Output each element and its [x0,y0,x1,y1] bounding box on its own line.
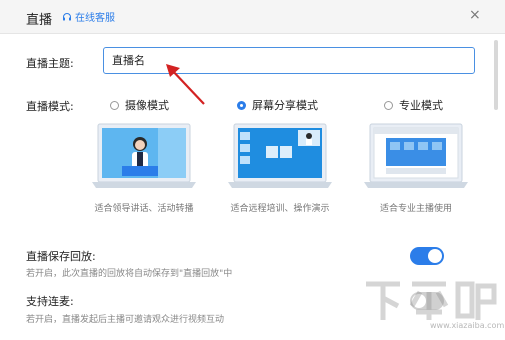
headset-icon [63,12,71,20]
save-replay-desc: 若开启，此次直播的回放将自动保存到"直播回放"中 [26,269,233,279]
save-replay-toggle[interactable] [410,247,444,265]
radio-label: 摄像模式 [125,99,169,112]
topic-input[interactable]: 直播名 [103,47,475,74]
camera-mode-caption: 适合领导讲话、活动转播 [94,204,194,214]
co-host-title: 支持连麦: [26,295,74,308]
radio-button[interactable] [110,100,119,110]
camera-mode-illustration[interactable] [92,122,196,192]
radio-label: 专业模式 [399,99,443,112]
title-bar: 直播 在线客服 × [0,0,505,34]
screen-share-caption: 适合远程培训、操作演示 [230,204,330,214]
radio-pro-mode[interactable]: 专业模式 [384,97,443,113]
mode-label: 直播模式: [26,100,74,113]
topic-label: 直播主题: [26,57,74,70]
screen-share-illustration[interactable] [228,122,332,192]
radio-label: 屏幕分享模式 [252,99,318,112]
close-icon[interactable]: × [469,7,481,23]
pro-mode-illustration[interactable] [364,122,468,192]
pro-mode-caption: 适合专业主播使用 [379,204,452,214]
site-watermark-logo [366,281,497,320]
scrollbar[interactable] [494,40,498,110]
radio-button[interactable] [384,100,393,110]
co-host-desc: 若开启，直播发起后主播可邀请观众进行视频互动 [26,315,225,325]
radio-button-checked[interactable] [237,100,246,110]
online-support-link[interactable]: 在线客服 [62,9,115,24]
watermark-url: www.xiazaiba.com [430,321,505,330]
save-replay-title: 直播保存回放: [26,250,96,263]
radio-camera-mode[interactable]: 摄像模式 [110,97,169,113]
online-support-label: 在线客服 [75,13,115,24]
toggle-knob [428,249,442,263]
window-title: 直播 [26,13,53,28]
radio-screen-share-mode[interactable]: 屏幕分享模式 [237,97,318,113]
